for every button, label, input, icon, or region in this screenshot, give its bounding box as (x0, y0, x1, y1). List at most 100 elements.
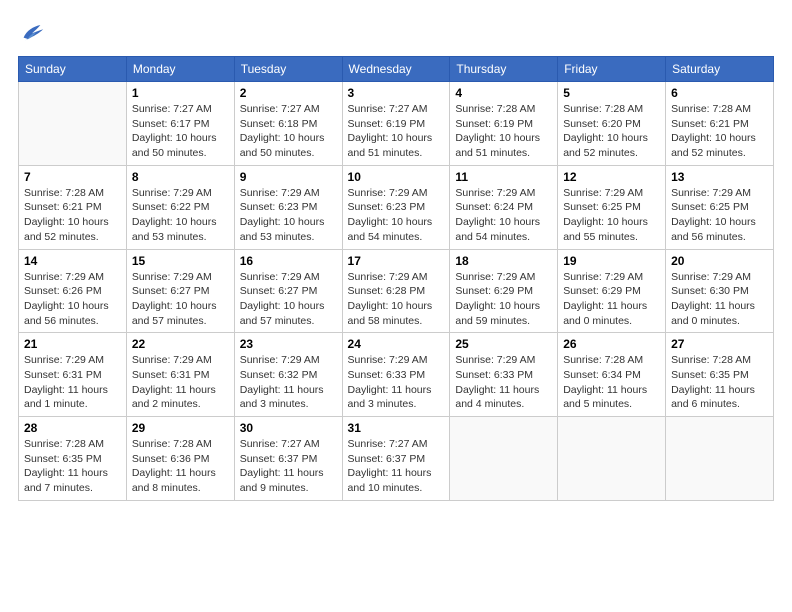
day-info: Sunrise: 7:29 AMSunset: 6:23 PMDaylight:… (348, 186, 445, 245)
logo-bird-icon (18, 18, 46, 46)
day-info: Sunrise: 7:28 AMSunset: 6:19 PMDaylight:… (455, 102, 552, 161)
day-number: 16 (240, 254, 337, 268)
calendar-cell: 7 Sunrise: 7:28 AMSunset: 6:21 PMDaylight… (19, 165, 127, 249)
calendar-cell: 25Sunrise: 7:29 AMSunset: 6:33 PMDayligh… (450, 333, 558, 417)
day-info: Sunrise: 7:28 AMSunset: 6:34 PMDaylight:… (563, 353, 660, 412)
calendar-header-row: SundayMondayTuesdayWednesdayThursdayFrid… (19, 57, 774, 82)
calendar-cell: 1 Sunrise: 7:27 AMSunset: 6:17 PMDaylight… (126, 82, 234, 166)
day-number: 18 (455, 254, 552, 268)
calendar-cell: 11 Sunrise: 7:29 AMSunset: 6:24 PMDayligh… (450, 165, 558, 249)
calendar-cell: 2 Sunrise: 7:27 AMSunset: 6:18 PMDaylight… (234, 82, 342, 166)
day-number: 11 (455, 170, 552, 184)
calendar-cell: 20Sunrise: 7:29 AMSunset: 6:30 PMDayligh… (666, 249, 774, 333)
day-info: Sunrise: 7:29 AMSunset: 6:25 PMDaylight:… (563, 186, 660, 245)
day-info: Sunrise: 7:27 AMSunset: 6:19 PMDaylight:… (348, 102, 445, 161)
day-number: 1 (132, 86, 229, 100)
calendar-week-1: 1 Sunrise: 7:27 AMSunset: 6:17 PMDaylight… (19, 82, 774, 166)
day-info: Sunrise: 7:29 AMSunset: 6:25 PMDaylight:… (671, 186, 768, 245)
calendar-cell: 16 Sunrise: 7:29 AMSunset: 6:27 PMDayligh… (234, 249, 342, 333)
calendar-cell: 5 Sunrise: 7:28 AMSunset: 6:20 PMDaylight… (558, 82, 666, 166)
calendar-cell: 17 Sunrise: 7:29 AMSunset: 6:28 PMDayligh… (342, 249, 450, 333)
col-header-tuesday: Tuesday (234, 57, 342, 82)
calendar-cell (558, 417, 666, 501)
calendar-cell (19, 82, 127, 166)
calendar-cell: 3 Sunrise: 7:27 AMSunset: 6:19 PMDaylight… (342, 82, 450, 166)
calendar-cell: 18 Sunrise: 7:29 AMSunset: 6:29 PMDayligh… (450, 249, 558, 333)
col-header-saturday: Saturday (666, 57, 774, 82)
day-number: 26 (563, 337, 660, 351)
day-info: Sunrise: 7:29 AMSunset: 6:29 PMDaylight:… (455, 270, 552, 329)
day-number: 23 (240, 337, 337, 351)
calendar-week-3: 14Sunrise: 7:29 AMSunset: 6:26 PMDayligh… (19, 249, 774, 333)
day-info: Sunrise: 7:28 AMSunset: 6:36 PMDaylight:… (132, 437, 229, 496)
day-number: 28 (24, 421, 121, 435)
day-number: 27 (671, 337, 768, 351)
day-info: Sunrise: 7:27 AMSunset: 6:18 PMDaylight:… (240, 102, 337, 161)
day-info: Sunrise: 7:29 AMSunset: 6:31 PMDaylight:… (24, 353, 121, 412)
day-number: 15 (132, 254, 229, 268)
calendar-cell: 6 Sunrise: 7:28 AMSunset: 6:21 PMDaylight… (666, 82, 774, 166)
day-number: 10 (348, 170, 445, 184)
calendar-table: SundayMondayTuesdayWednesdayThursdayFrid… (18, 56, 774, 501)
calendar-cell: 22Sunrise: 7:29 AMSunset: 6:31 PMDayligh… (126, 333, 234, 417)
day-number: 13 (671, 170, 768, 184)
day-info: Sunrise: 7:27 AMSunset: 6:37 PMDaylight:… (240, 437, 337, 496)
day-info: Sunrise: 7:29 AMSunset: 6:27 PMDaylight:… (132, 270, 229, 329)
day-info: Sunrise: 7:28 AMSunset: 6:35 PMDaylight:… (671, 353, 768, 412)
page: SundayMondayTuesdayWednesdayThursdayFrid… (0, 0, 792, 612)
day-info: Sunrise: 7:28 AMSunset: 6:20 PMDaylight:… (563, 102, 660, 161)
calendar-cell: 30Sunrise: 7:27 AMSunset: 6:37 PMDayligh… (234, 417, 342, 501)
calendar-week-4: 21 Sunrise: 7:29 AMSunset: 6:31 PMDayligh… (19, 333, 774, 417)
day-info: Sunrise: 7:28 AMSunset: 6:35 PMDaylight:… (24, 437, 121, 496)
day-info: Sunrise: 7:29 AMSunset: 6:24 PMDaylight:… (455, 186, 552, 245)
day-info: Sunrise: 7:27 AMSunset: 6:17 PMDaylight:… (132, 102, 229, 161)
calendar-cell: 19 Sunrise: 7:29 AMSunset: 6:29 PMDayligh… (558, 249, 666, 333)
day-info: Sunrise: 7:28 AMSunset: 6:21 PMDaylight:… (24, 186, 121, 245)
calendar-cell: 12Sunrise: 7:29 AMSunset: 6:25 PMDayligh… (558, 165, 666, 249)
calendar-cell: 21 Sunrise: 7:29 AMSunset: 6:31 PMDayligh… (19, 333, 127, 417)
calendar-cell (666, 417, 774, 501)
day-number: 4 (455, 86, 552, 100)
day-info: Sunrise: 7:29 AMSunset: 6:33 PMDaylight:… (455, 353, 552, 412)
day-info: Sunrise: 7:29 AMSunset: 6:28 PMDaylight:… (348, 270, 445, 329)
day-number: 9 (240, 170, 337, 184)
day-number: 2 (240, 86, 337, 100)
day-number: 17 (348, 254, 445, 268)
day-info: Sunrise: 7:29 AMSunset: 6:32 PMDaylight:… (240, 353, 337, 412)
day-info: Sunrise: 7:27 AMSunset: 6:37 PMDaylight:… (348, 437, 445, 496)
day-number: 3 (348, 86, 445, 100)
header (18, 18, 774, 46)
col-header-friday: Friday (558, 57, 666, 82)
day-number: 7 (24, 170, 121, 184)
calendar-cell: 29 Sunrise: 7:28 AMSunset: 6:36 PMDayligh… (126, 417, 234, 501)
day-number: 29 (132, 421, 229, 435)
calendar-cell: 23 Sunrise: 7:29 AMSunset: 6:32 PMDayligh… (234, 333, 342, 417)
col-header-wednesday: Wednesday (342, 57, 450, 82)
day-number: 21 (24, 337, 121, 351)
logo (18, 18, 50, 46)
col-header-sunday: Sunday (19, 57, 127, 82)
day-number: 19 (563, 254, 660, 268)
day-number: 6 (671, 86, 768, 100)
calendar-cell: 10 Sunrise: 7:29 AMSunset: 6:23 PMDayligh… (342, 165, 450, 249)
col-header-thursday: Thursday (450, 57, 558, 82)
day-info: Sunrise: 7:29 AMSunset: 6:26 PMDaylight:… (24, 270, 121, 329)
calendar-cell: 26 Sunrise: 7:28 AMSunset: 6:34 PMDayligh… (558, 333, 666, 417)
day-info: Sunrise: 7:29 AMSunset: 6:30 PMDaylight:… (671, 270, 768, 329)
day-info: Sunrise: 7:29 AMSunset: 6:29 PMDaylight:… (563, 270, 660, 329)
day-info: Sunrise: 7:29 AMSunset: 6:33 PMDaylight:… (348, 353, 445, 412)
calendar-cell (450, 417, 558, 501)
calendar-cell: 24 Sunrise: 7:29 AMSunset: 6:33 PMDayligh… (342, 333, 450, 417)
calendar-cell: 13 Sunrise: 7:29 AMSunset: 6:25 PMDayligh… (666, 165, 774, 249)
day-info: Sunrise: 7:29 AMSunset: 6:27 PMDaylight:… (240, 270, 337, 329)
day-number: 24 (348, 337, 445, 351)
day-number: 22 (132, 337, 229, 351)
day-number: 31 (348, 421, 445, 435)
calendar-cell: 31 Sunrise: 7:27 AMSunset: 6:37 PMDayligh… (342, 417, 450, 501)
calendar-cell: 9 Sunrise: 7:29 AMSunset: 6:23 PMDaylight… (234, 165, 342, 249)
calendar-cell: 14Sunrise: 7:29 AMSunset: 6:26 PMDayligh… (19, 249, 127, 333)
day-info: Sunrise: 7:28 AMSunset: 6:21 PMDaylight:… (671, 102, 768, 161)
day-number: 5 (563, 86, 660, 100)
day-number: 8 (132, 170, 229, 184)
day-info: Sunrise: 7:29 AMSunset: 6:23 PMDaylight:… (240, 186, 337, 245)
